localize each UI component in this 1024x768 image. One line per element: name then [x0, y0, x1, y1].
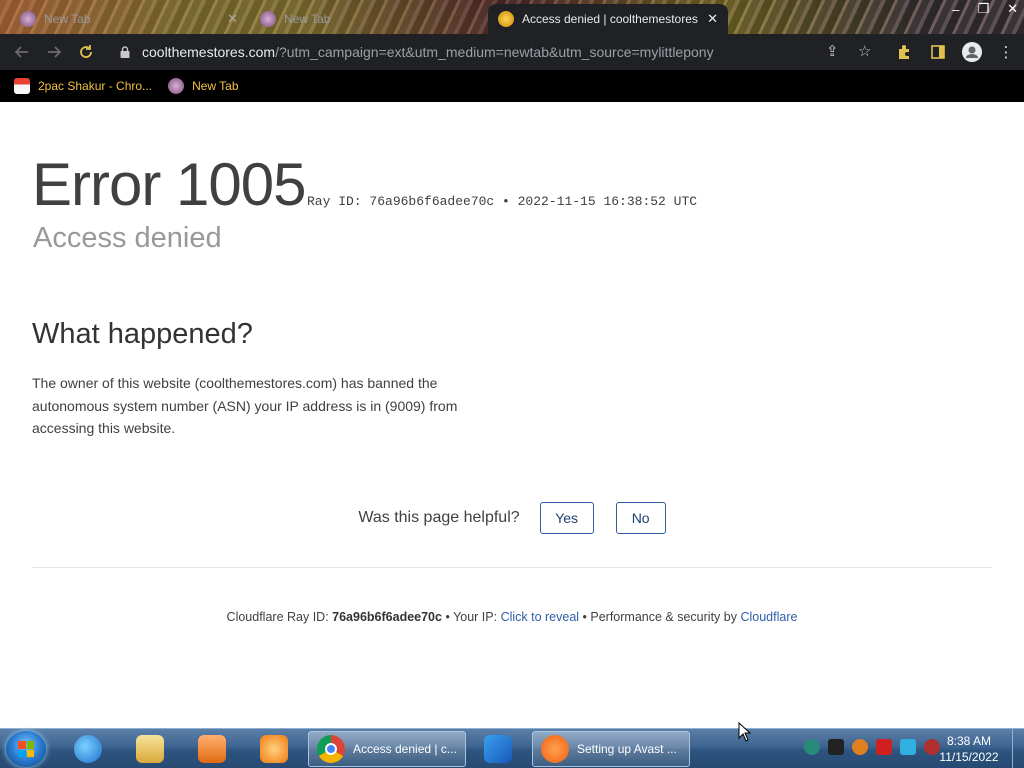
- taskbar-media[interactable]: [198, 732, 226, 766]
- taskbar-ie[interactable]: [74, 732, 102, 766]
- side-panel-icon[interactable]: [928, 42, 948, 62]
- bookmark-label: New Tab: [192, 79, 239, 93]
- task-label: Access denied | c...: [353, 742, 457, 756]
- avast-icon: [541, 735, 569, 763]
- page-content: Error 1005 Ray ID: 76a96b6f6adee70c • 20…: [0, 102, 1024, 728]
- share-icon[interactable]: ⇪: [826, 42, 839, 60]
- ray-id-line: Ray ID: 76a96b6f6adee70c • 2022-11-15 16…: [307, 194, 698, 209]
- profile-avatar-icon[interactable]: [962, 42, 982, 62]
- taskbar-uc-browser[interactable]: [260, 732, 288, 766]
- menu-kebab-icon[interactable]: ⋮: [996, 42, 1016, 62]
- cloudflare-favicon-icon: [498, 11, 514, 27]
- windows-logo-icon: [18, 741, 34, 757]
- tab-favicon-icon: [260, 11, 276, 27]
- bookmarks-bar: 2pac Shakur - Chro... New Tab: [0, 70, 1024, 102]
- mouse-cursor-icon: [738, 722, 752, 742]
- eye-tray-icon[interactable]: [804, 739, 820, 755]
- clock-time: 8:38 AM: [946, 734, 992, 748]
- media-player-icon: [198, 735, 226, 763]
- tab-strip: New Tab ✕ New Tab Access denied | coolth…: [0, 0, 1024, 34]
- what-happened-text: The owner of this website (coolthemestor…: [32, 375, 458, 436]
- uc-browser-icon: [260, 735, 288, 763]
- tab-new-tab-2[interactable]: New Tab: [250, 4, 478, 34]
- taskbar-task-chrome[interactable]: Access denied | c...: [308, 731, 466, 767]
- bookmark-star-icon[interactable]: ☆: [858, 42, 871, 60]
- task-label: Setting up Avast ...: [577, 742, 677, 756]
- address-bar[interactable]: coolthemestores.com/?utm_campaign=ext&ut…: [108, 38, 853, 66]
- bookmark-label: 2pac Shakur - Chro...: [38, 79, 153, 93]
- search-tray-icon[interactable]: [852, 739, 868, 755]
- close-window-icon[interactable]: ✕: [1007, 1, 1018, 17]
- clock-date: 11/15/2022: [939, 750, 999, 764]
- taskbar-clock[interactable]: 8:38 AM 11/15/2022: [934, 733, 1004, 765]
- footer-ray-id: 76a96b6f6adee70c: [332, 610, 442, 624]
- close-tab-icon[interactable]: ✕: [227, 11, 238, 27]
- toolbar-actions: ⋮: [894, 34, 1016, 70]
- tab-favicon-icon: [168, 78, 185, 94]
- check-tray-icon[interactable]: [828, 739, 844, 755]
- tab-favicon-icon: [20, 11, 36, 27]
- start-button[interactable]: [6, 731, 46, 767]
- tab-title: Access denied | coolthemestores: [522, 12, 698, 26]
- monitor-tray-icon[interactable]: [900, 739, 916, 755]
- show-desktop-button[interactable]: [1012, 729, 1024, 768]
- taskbar: Access denied | c... Setting up Avast ..…: [0, 728, 1024, 768]
- back-button[interactable]: [6, 36, 38, 68]
- browser-toolbar: coolthemestores.com/?utm_campaign=ext&ut…: [0, 34, 1024, 70]
- window-controls: – ❐ ✕: [952, 0, 1018, 18]
- footer-ray-prefix: Cloudflare Ray ID:: [226, 610, 333, 624]
- chrome-icon: [317, 735, 345, 763]
- bookmark-2pac[interactable]: 2pac Shakur - Chro...: [14, 78, 152, 94]
- url-path: /?utm_campaign=ext&utm_medium=newtab&utm…: [275, 44, 714, 60]
- reload-icon: [80, 45, 92, 58]
- footer-perf-text: • Performance & security by: [579, 610, 741, 624]
- footer-ip-prefix: • Your IP:: [441, 610, 501, 624]
- tab-new-tab-1[interactable]: New Tab ✕: [10, 4, 248, 34]
- bookmark-new-tab[interactable]: New Tab: [168, 78, 239, 94]
- reload-button[interactable]: [70, 36, 102, 68]
- reveal-ip-link[interactable]: Click to reveal: [501, 610, 580, 624]
- arrow-right-icon: [48, 46, 62, 58]
- url-host: coolthemestores.com: [142, 44, 276, 60]
- flag-tray-icon[interactable]: [876, 739, 892, 755]
- minimize-icon[interactable]: –: [952, 2, 959, 17]
- what-happened-heading: What happened?: [32, 318, 253, 350]
- divider: [32, 567, 992, 568]
- taskbar-task-avast[interactable]: Setting up Avast ...: [532, 731, 690, 767]
- footer: Cloudflare Ray ID: 76a96b6f6adee70c • Yo…: [0, 610, 1024, 624]
- restore-icon[interactable]: ❐: [977, 1, 989, 17]
- lock-icon[interactable]: [120, 46, 130, 58]
- error-subtitle: Access denied: [33, 222, 222, 254]
- internet-explorer-icon: [74, 735, 102, 763]
- taskbar-explorer[interactable]: [136, 732, 164, 766]
- extensions-puzzle-icon[interactable]: [894, 42, 914, 62]
- taskbar-store[interactable]: [484, 732, 512, 766]
- feedback-section: Was this page helpful? Yes No: [0, 502, 1024, 534]
- feedback-no-button[interactable]: No: [615, 502, 666, 534]
- close-tab-icon[interactable]: ✕: [707, 11, 718, 27]
- feedback-question: Was this page helpful?: [358, 509, 520, 526]
- chrome-store-icon: [14, 78, 30, 94]
- windows-store-icon: [484, 735, 512, 763]
- tab-title: New Tab: [44, 12, 91, 26]
- tab-access-denied[interactable]: Access denied | coolthemestores ✕: [488, 4, 728, 34]
- system-tray: [804, 739, 940, 755]
- arrow-left-icon: [14, 46, 28, 58]
- cloudflare-link[interactable]: Cloudflare: [740, 610, 797, 624]
- feedback-yes-button[interactable]: Yes: [539, 502, 594, 534]
- tab-title: New Tab: [284, 12, 331, 26]
- error-title: Error 1005: [32, 151, 306, 218]
- folder-icon: [136, 735, 164, 763]
- forward-button[interactable]: [38, 36, 70, 68]
